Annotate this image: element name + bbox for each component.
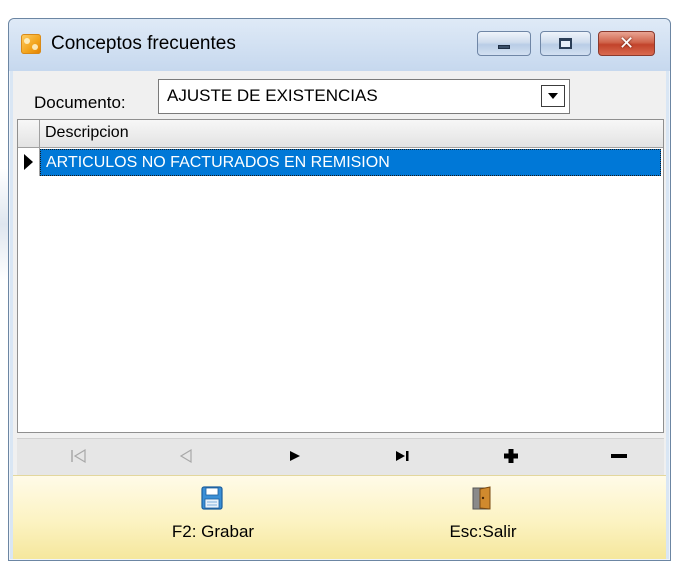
grid-header: Descripcion bbox=[18, 120, 663, 148]
window-title: Conceptos frecuentes bbox=[51, 33, 236, 54]
close-button[interactable]: ✕ bbox=[598, 31, 655, 56]
action-footer: F2: Grabar Esc:Salir bbox=[13, 475, 666, 559]
prior-record-button[interactable] bbox=[166, 439, 206, 475]
document-select-value: AJUSTE DE EXISTENCIAS bbox=[167, 86, 378, 105]
close-icon: ✕ bbox=[618, 33, 635, 54]
column-header-descripcion[interactable]: Descripcion bbox=[45, 124, 129, 142]
concepts-grid[interactable]: Descripcion ARTICULOS NO FACTURADOS EN R… bbox=[17, 119, 664, 433]
last-record-icon bbox=[396, 451, 409, 461]
first-record-icon bbox=[71, 448, 86, 464]
save-button-label: F2: Grabar bbox=[171, 522, 255, 541]
chevron-down-icon[interactable] bbox=[541, 85, 565, 107]
cell-descripcion[interactable]: ARTICULOS NO FACTURADOS EN REMISION bbox=[40, 149, 661, 176]
document-select[interactable]: AJUSTE DE EXISTENCIAS bbox=[158, 79, 570, 114]
grid-indicator-header bbox=[18, 120, 40, 147]
last-record-button[interactable] bbox=[383, 439, 423, 475]
current-row-indicator-icon bbox=[18, 148, 40, 176]
minimize-icon bbox=[498, 45, 510, 49]
next-record-button[interactable] bbox=[275, 439, 315, 475]
title-bar[interactable]: Conceptos frecuentes ✕ bbox=[9, 19, 670, 71]
insert-record-button[interactable] bbox=[491, 439, 531, 475]
app-icon bbox=[21, 34, 41, 54]
minimize-button[interactable] bbox=[477, 31, 531, 56]
door-exit-icon bbox=[472, 486, 491, 510]
minus-icon bbox=[611, 454, 627, 458]
maximize-button[interactable] bbox=[540, 31, 591, 56]
document-label: Documento: bbox=[34, 93, 126, 112]
exit-button-label: Esc:Salir bbox=[449, 522, 517, 541]
prior-record-icon bbox=[179, 448, 192, 464]
delete-record-button[interactable] bbox=[599, 439, 639, 475]
first-record-button[interactable] bbox=[59, 439, 99, 475]
dialog-content: Documento: AJUSTE DE EXISTENCIAS Descrip… bbox=[13, 71, 666, 559]
dialog-window: Conceptos frecuentes ✕ Documento: AJUSTE… bbox=[8, 18, 671, 561]
exit-button[interactable]: Esc:Salir bbox=[423, 482, 543, 552]
plus-icon bbox=[504, 449, 518, 463]
save-button[interactable]: F2: Grabar bbox=[153, 482, 273, 552]
next-record-icon bbox=[290, 451, 300, 461]
desktop-background bbox=[0, 0, 8, 561]
table-row[interactable]: ARTICULOS NO FACTURADOS EN REMISION bbox=[18, 148, 663, 176]
maximize-icon bbox=[559, 38, 572, 49]
floppy-disk-icon bbox=[201, 486, 223, 510]
grid-navigator bbox=[17, 438, 664, 475]
